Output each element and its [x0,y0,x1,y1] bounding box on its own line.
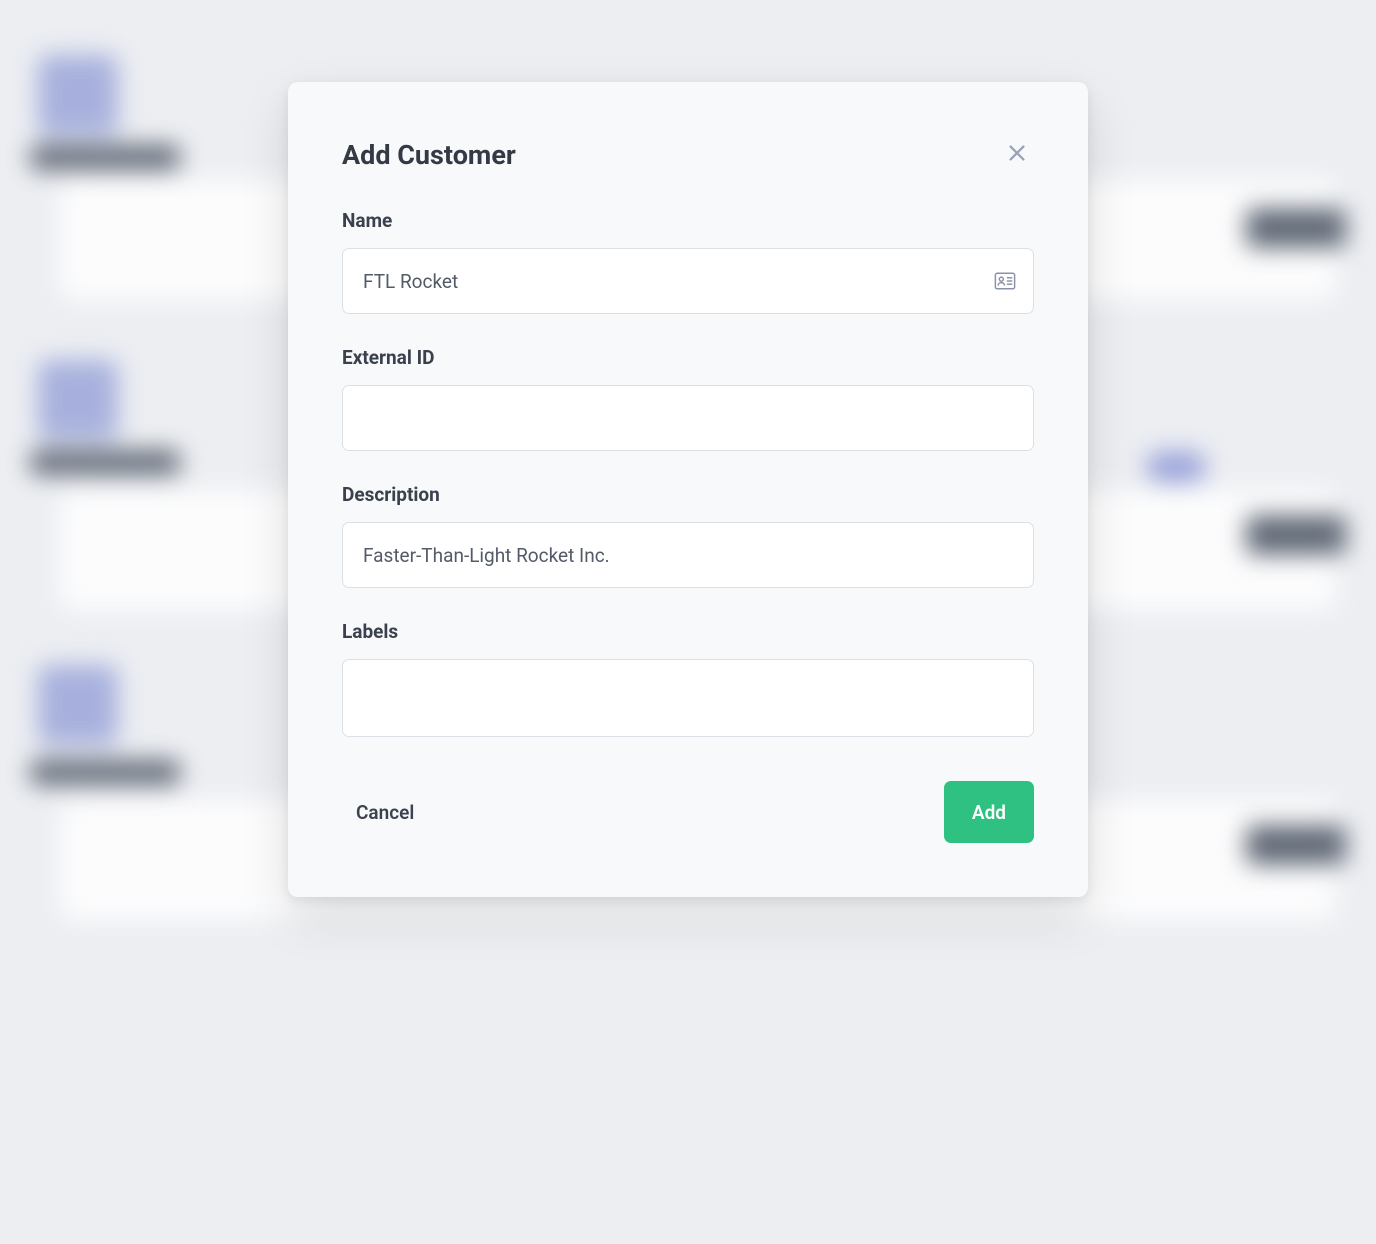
labels-input[interactable] [342,659,1034,737]
description-field-group: Description [342,483,1034,588]
modal-footer: Cancel Add [342,781,1034,843]
cancel-button[interactable]: Cancel [342,787,428,838]
labels-label: Labels [342,620,1034,643]
description-input[interactable] [342,522,1034,588]
external-id-field-group: External ID [342,346,1034,451]
labels-field-group: Labels [342,620,1034,737]
external-id-input-wrapper [342,385,1034,451]
external-id-input[interactable] [342,385,1034,451]
name-field-group: Name [342,209,1034,314]
description-label: Description [342,483,1034,506]
add-button[interactable]: Add [944,781,1034,843]
close-button[interactable] [1000,136,1034,173]
modal-header: Add Customer [342,136,1034,173]
modal-overlay: Add Customer Name [0,0,1376,1244]
modal-title: Add Customer [342,139,516,171]
contact-card-icon [994,271,1016,291]
add-customer-modal: Add Customer Name [288,82,1088,897]
close-icon [1006,142,1028,167]
name-input[interactable] [342,248,1034,314]
name-input-wrapper [342,248,1034,314]
external-id-label: External ID [342,346,1034,369]
name-label: Name [342,209,1034,232]
description-input-wrapper [342,522,1034,588]
